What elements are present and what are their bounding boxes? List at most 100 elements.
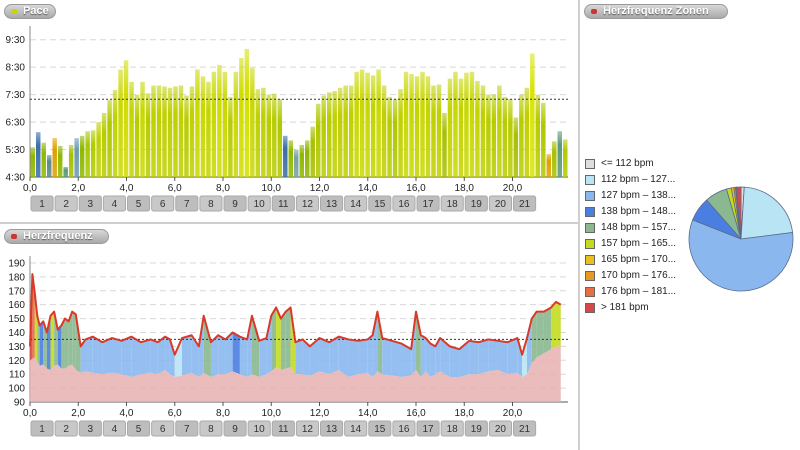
pace-bar [304,140,310,177]
lap-label: 3 [88,424,94,435]
legend-swatch [585,303,595,313]
legend-label: 170 bpm – 176... [601,270,677,281]
y-tick-label: 190 [8,258,25,269]
lap-box: 8 [199,195,223,212]
lap-box: 12 [295,420,320,437]
y-tick-label: 110 [9,370,25,381]
hr-zone-segment [430,343,436,377]
hr-zone-segment [543,307,552,354]
lap-label: 9 [232,199,238,210]
legend-item: 176 bpm – 181... [583,285,693,301]
hr-zone-segment [551,301,556,350]
y-tick-label: 100 [8,384,25,395]
legend-item: 127 bpm – 138... [583,189,693,205]
y-tick-label: 160 [8,300,25,311]
legend-item: 112 bpm – 127... [583,173,693,189]
pace-bar [376,69,381,177]
lap-box: 10 [247,195,271,212]
legend-label: <= 112 bpm [601,158,654,169]
legend-swatch [585,175,595,185]
pace-bar [266,94,272,177]
y-tick-label: 7:30 [6,90,26,101]
pace-bar [557,131,563,177]
hr-zone-segment [72,311,76,371]
x-tick-label: 12,0 [310,408,330,419]
lap-label: 13 [326,424,338,435]
lap-box: 5 [127,420,151,437]
lap-label: 8 [208,199,214,210]
x-tick-label: 18,0 [455,183,475,194]
x-tick-label: 10,0 [262,408,282,419]
hr-zone-segment [259,338,267,377]
pace-bar [486,94,491,177]
pace-bar [195,69,200,177]
pace-bar [508,99,513,177]
pace-bar [354,71,359,177]
hr-zone-segment [498,340,508,375]
hr-zone-segment [469,340,479,375]
lap-box: 1 [30,420,54,437]
legend-swatch [585,207,595,217]
lap-box: 18 [440,420,464,437]
x-tick-label: 14,0 [358,183,378,194]
lap-box: 2 [54,195,78,212]
lap-box: 6 [151,195,175,212]
pace-bar [475,80,480,177]
pace-bar [387,96,392,177]
lap-box: 6 [151,420,175,437]
x-tick-label: 6,0 [168,183,182,194]
lap-box: 19 [464,420,488,437]
legend-item: 138 bpm – 148... [583,205,693,221]
pace-bar [200,76,206,177]
hr-zone-segment [348,339,359,377]
legend-swatch [585,287,595,297]
x-tick-label: 12,0 [310,183,330,194]
y-tick-label: 90 [14,398,26,409]
pace-bar [173,86,178,177]
lap-box: 1 [30,195,54,212]
y-tick-label: 8:30 [6,63,26,74]
pace-bar [46,155,52,177]
lap-box: 19 [464,195,488,212]
hr-zone-segment [536,311,544,358]
pace-bar [294,149,299,177]
pace-bar [288,140,294,177]
pace-bar [261,87,266,177]
lap-label: 20 [495,199,507,210]
lap-box: 11 [271,420,295,437]
hr-zone-segment [131,336,141,377]
legend-swatch [585,191,595,201]
pace-bar [96,122,101,177]
x-tick-label: 18,0 [455,408,475,419]
lap-label: 21 [519,424,531,435]
lap-box: 12 [295,195,320,212]
lap-label: 14 [350,424,362,435]
zones-panel-header[interactable]: Herzfrequenz Zonen [584,4,728,19]
pace-bar [222,71,228,177]
hr-zone-segment [280,311,286,371]
pace-bar [184,95,189,177]
pace-bar [491,94,497,177]
pace-bar [250,68,255,177]
pace-bar [52,138,57,177]
lap-box: 17 [416,195,440,212]
legend-label: 138 bpm – 148... [601,206,677,217]
pace-bar [74,138,79,177]
pace-bar [30,147,35,177]
pace-bar [552,141,557,177]
hr-zone-segment [309,338,320,376]
lap-box: 17 [416,420,440,437]
lap-box: 5 [127,195,151,212]
pace-bar [233,71,239,177]
hr-zone-segment [140,339,151,375]
legend-label: 176 bpm – 181... [601,286,677,297]
lap-label: 4 [112,424,118,435]
hr-zone-segment [218,335,226,375]
zones-legend: <= 112 bpm 112 bpm – 127... 127 bpm – 138.… [583,157,693,317]
pace-bar [332,90,337,177]
lap-label: 19 [471,199,483,210]
lap-box: 15 [368,420,392,437]
lap-label: 2 [63,199,69,210]
lap-label: 2 [63,424,69,435]
hr-zone-segment [121,336,132,377]
